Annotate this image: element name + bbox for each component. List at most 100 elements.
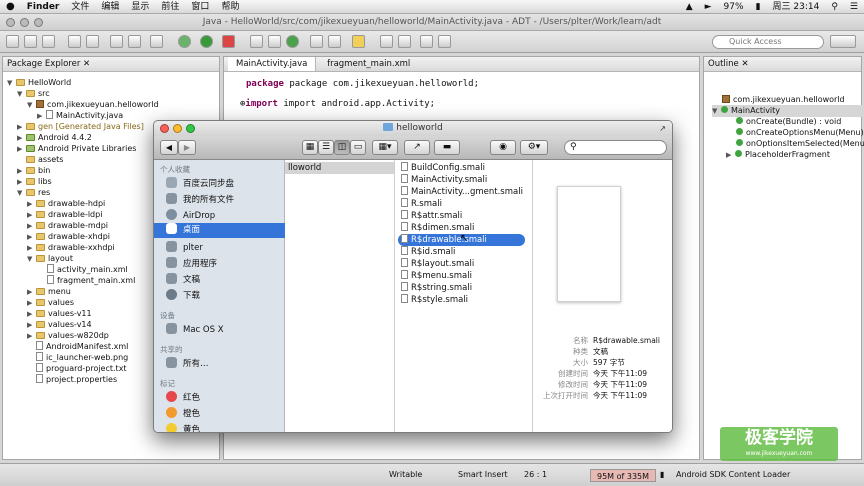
apple-icon[interactable]: ● (0, 0, 21, 14)
annotation-next-icon[interactable] (380, 35, 393, 48)
avd-manager-icon[interactable] (128, 35, 141, 48)
lint-icon[interactable] (150, 35, 163, 48)
export-icon[interactable] (86, 35, 99, 48)
action-gear-button[interactable]: ⚙▾ (520, 140, 548, 155)
sidebar-item-plter[interactable]: plter (166, 241, 203, 255)
outline-item[interactable]: onCreateOptionsMenu(Menu) (736, 127, 864, 138)
file-item[interactable]: R$string.smali (401, 282, 472, 294)
external-tools-icon[interactable] (222, 35, 235, 48)
outline-item[interactable]: onOptionsItemSelected(Menu (736, 138, 864, 149)
tree-item[interactable]: project.properties (27, 374, 117, 385)
tree-item[interactable]: ic_launcher-web.png (27, 352, 128, 363)
file-item[interactable]: MainActivity...gment.smali (401, 186, 523, 198)
zoom-icon[interactable] (34, 18, 43, 27)
menu-view[interactable]: 显示 (125, 0, 155, 14)
package-explorer-tab[interactable]: Package Explorer ✕ (3, 57, 219, 72)
menu-window[interactable]: 窗口 (185, 0, 215, 14)
menu-app-finder[interactable]: Finder (21, 0, 66, 14)
close-tab-icon[interactable]: ✕ (83, 59, 90, 69)
sidebar-item-all-files[interactable]: 我的所有文件 (166, 193, 234, 207)
sidebar-item-tag-yellow[interactable]: 黄色 (166, 423, 200, 432)
notification-icon[interactable]: ☰ (844, 0, 864, 14)
tab-fragment-main[interactable]: fragment_main.xml (319, 57, 418, 71)
menu-help[interactable]: 帮助 (215, 0, 245, 14)
close-tab-icon[interactable]: ✕ (741, 59, 748, 69)
file-item[interactable]: R$id.smali (401, 246, 455, 258)
open-perspective-icon[interactable] (830, 35, 856, 48)
battery-icon[interactable]: ▮ (750, 0, 767, 14)
tree-item[interactable]: fragment_main.xml (47, 275, 135, 286)
minimize-icon[interactable] (173, 124, 182, 133)
sidebar-item-desktop[interactable]: 桌面 (154, 223, 285, 238)
new-icon[interactable] (6, 35, 19, 48)
sidebar-item-baidu-sync[interactable]: 百度云同步盘 (166, 177, 234, 191)
list-view-button[interactable]: ☰ (318, 140, 334, 155)
battery-percent[interactable]: 97% (718, 0, 750, 14)
import-icon[interactable] (68, 35, 81, 48)
outline-item[interactable]: onCreate(Bundle) : void (736, 116, 841, 127)
sidebar-item-applications[interactable]: 应用程序 (166, 257, 217, 271)
share-button[interactable]: ↗ (404, 140, 430, 155)
new-class-icon[interactable] (286, 35, 299, 48)
memory-indicator[interactable]: 95M of 335M (590, 469, 657, 482)
file-item[interactable]: BuildConfig.smali (401, 162, 485, 174)
print-icon[interactable] (42, 35, 55, 48)
menu-edit[interactable]: 编辑 (95, 0, 125, 14)
edit-tags-button[interactable]: ▬ (434, 140, 460, 155)
tree-item[interactable]: activity_main.xml (47, 264, 128, 275)
back-icon[interactable] (420, 35, 433, 48)
sidebar-item-tag-red[interactable]: 红色 (166, 391, 200, 405)
forward-icon[interactable] (438, 35, 451, 48)
forward-button[interactable]: ▶ (178, 140, 196, 155)
run-icon[interactable] (200, 35, 213, 48)
quick-access-input[interactable]: Quick Access (712, 35, 824, 49)
tree-item[interactable]: assets (17, 154, 63, 165)
finder-search-input[interactable]: ⚲ (564, 140, 667, 155)
android-sdk-icon[interactable] (110, 35, 123, 48)
sidebar-item-airdrop[interactable]: AirDrop (166, 209, 215, 223)
coverflow-view-button[interactable]: ▭ (350, 140, 366, 155)
new-java-project-icon[interactable] (250, 35, 263, 48)
tree-item[interactable]: proguard-project.txt (27, 363, 127, 374)
volume-icon[interactable]: ► (699, 0, 718, 14)
file-item[interactable]: MainActivity.smali (401, 174, 487, 186)
outline-item[interactable]: ▶ PlaceholderFragment (726, 149, 830, 161)
file-item[interactable]: R$attr.smali (401, 210, 462, 222)
quick-look-button[interactable]: ◉ (490, 140, 516, 155)
toggle-mark-icon[interactable] (352, 35, 365, 48)
menu-go[interactable]: 前往 (155, 0, 185, 14)
search-tool-icon[interactable] (328, 35, 341, 48)
sidebar-item-macosx[interactable]: Mac OS X (166, 323, 224, 337)
menu-file[interactable]: 文件 (65, 0, 95, 14)
garbage-collect-icon[interactable]: ▮ (660, 464, 664, 486)
arrange-button[interactable]: ▦▾ (372, 140, 398, 155)
clock[interactable]: 周三 23:14 (767, 0, 826, 14)
tree-item[interactable]: AndroidManifest.xml (27, 341, 128, 352)
outline-tab[interactable]: Outline ✕ (704, 57, 861, 72)
fullscreen-icon[interactable]: ↗ (659, 121, 666, 136)
sidebar-item-tag-orange[interactable]: 橙色 (166, 407, 200, 421)
file-item[interactable]: R$layout.smali (401, 258, 474, 270)
minimize-icon[interactable] (20, 18, 29, 27)
new-package-icon[interactable] (268, 35, 281, 48)
column-view-button[interactable]: ◫ (334, 140, 350, 155)
save-icon[interactable] (24, 35, 37, 48)
file-item[interactable]: R.smali (401, 198, 442, 210)
sidebar-item-all-shared[interactable]: 所有… (166, 357, 209, 371)
icon-view-button[interactable]: ▦ (302, 140, 318, 155)
debug-icon[interactable] (178, 35, 191, 48)
annotation-prev-icon[interactable] (398, 35, 411, 48)
column-item-helloworld[interactable]: lloworld (285, 162, 394, 174)
sidebar-item-documents[interactable]: 文稿 (166, 273, 200, 287)
close-icon[interactable] (160, 124, 169, 133)
close-icon[interactable] (6, 18, 15, 27)
file-item[interactable]: R$menu.smali (401, 270, 472, 282)
outline-item[interactable]: com.jikexueyuan.helloworld (722, 94, 845, 105)
open-type-icon[interactable] (310, 35, 323, 48)
sidebar-item-downloads[interactable]: 下载 (166, 289, 200, 303)
file-item[interactable]: R$style.smali (401, 294, 468, 306)
back-button[interactable]: ◀ (160, 140, 178, 155)
spotlight-icon[interactable]: ⚲ (825, 0, 844, 14)
wifi-icon[interactable]: ▲ (680, 0, 699, 14)
zoom-icon[interactable] (186, 124, 195, 133)
